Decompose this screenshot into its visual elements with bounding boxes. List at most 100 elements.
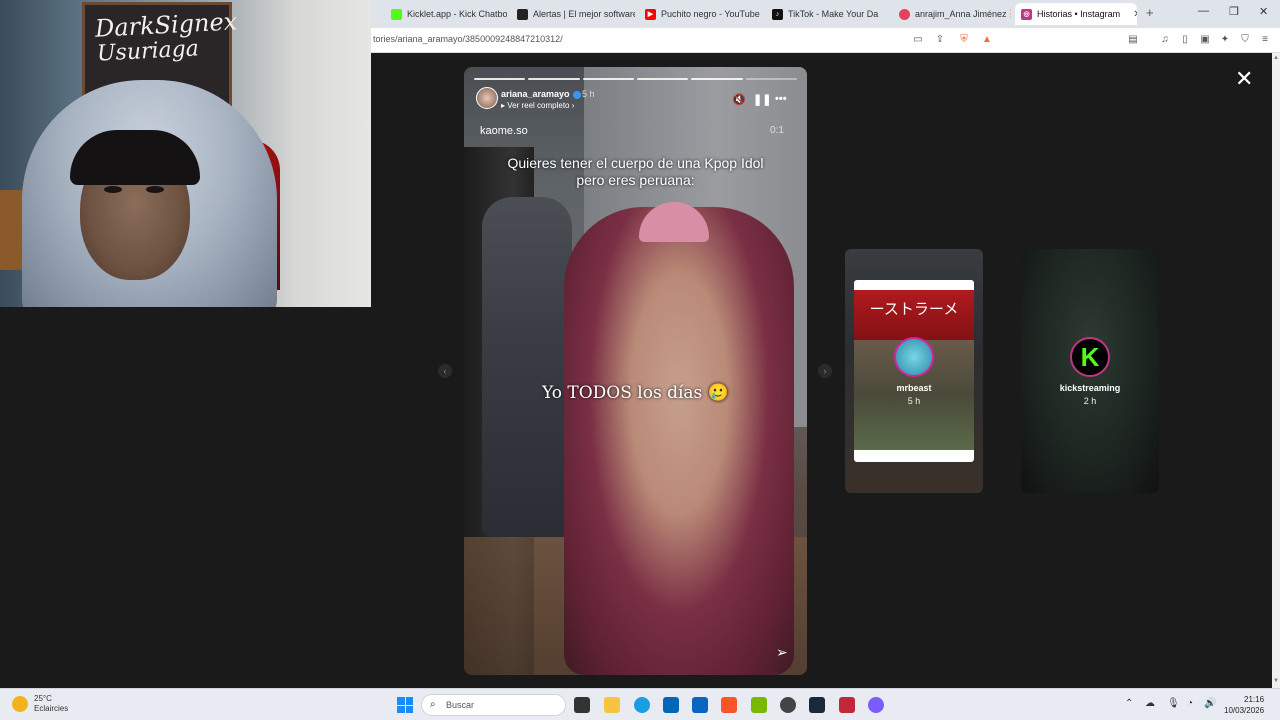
tab-label: Puchito negro - YouTube: [661, 9, 760, 19]
sidebar-icon[interactable]: ▯: [1179, 34, 1191, 46]
active-story[interactable]: ariana_aramayo 5 h ▸ Ver reel completo ›…: [464, 67, 807, 675]
system-clock[interactable]: 21:16 10/03/2026: [1224, 694, 1264, 716]
edge-icon[interactable]: [634, 697, 650, 713]
tab-kicklet[interactable]: Kicklet.app - Kick Chatbot: [385, 3, 507, 25]
clock-date: 10/03/2026: [1224, 706, 1265, 715]
story-author-name: kickstreaming: [1059, 383, 1121, 393]
discord-icon[interactable]: [868, 697, 884, 713]
microphone-icon[interactable]: 🎙: [1167, 698, 1180, 709]
kick-logo-icon: K: [1070, 337, 1110, 377]
chalkboard-text: Usuriaga: [96, 36, 200, 67]
leo-ai-icon[interactable]: ✦: [1219, 34, 1231, 46]
weather-sun-icon: [12, 696, 28, 712]
weather-widget[interactable]: 25°C Eclaircies: [12, 694, 68, 714]
page-scrollbar[interactable]: ▲ ▼: [1272, 53, 1280, 688]
tab-anrajim[interactable]: anrajim_Anna Jiménez 💥: [893, 3, 1011, 25]
verified-badge-icon: [572, 90, 581, 99]
minimize-button[interactable]: —: [1198, 5, 1209, 17]
file-explorer-icon[interactable]: [604, 697, 620, 713]
maximize-button[interactable]: ❐: [1229, 5, 1239, 18]
share-icon[interactable]: ⇪: [934, 34, 946, 46]
show-hidden-icons[interactable]: ⌃: [1125, 698, 1133, 709]
clock-time: 21:16: [1244, 695, 1265, 704]
search-placeholder: Buscar: [446, 700, 475, 710]
network-icon[interactable]: ☁: [1145, 698, 1155, 709]
pause-icon[interactable]: ❚❚: [753, 93, 771, 106]
menu-icon[interactable]: ≡: [1259, 34, 1271, 46]
wifi-icon[interactable]: ◔: [1187, 698, 1193, 709]
mute-icon[interactable]: 🔇: [732, 93, 746, 106]
task-view-icon[interactable]: [574, 697, 590, 713]
webcam-overlay: DarkSignex Usuriaga uego10: [0, 0, 371, 307]
vpn-icon[interactable]: ⛉: [1239, 34, 1251, 46]
desktop: Kicklet.app - Kick Chatbot Alertas | El …: [0, 0, 1280, 720]
install-app-icon[interactable]: ▭: [912, 34, 924, 46]
story-author-time: 5 h: [907, 396, 921, 406]
weather-condition: Eclaircies: [34, 704, 69, 713]
scroll-down-icon[interactable]: ▼: [1272, 678, 1280, 684]
close-stories-icon[interactable]: ✕: [1235, 66, 1253, 92]
story-author-name: mrbeast: [896, 383, 932, 393]
story-username[interactable]: ariana_aramayo: [501, 89, 581, 99]
send-icon[interactable]: ➢: [776, 644, 788, 661]
brave-icon[interactable]: [721, 697, 737, 713]
nvidia-icon[interactable]: [751, 697, 767, 713]
audio-label: kaome.so: [480, 125, 528, 137]
tab-label: anrajim_Anna Jiménez 💥: [915, 8, 1011, 19]
more-options-icon[interactable]: •••: [775, 93, 787, 105]
progress-segment: [474, 78, 526, 80]
story-avatar[interactable]: [476, 87, 498, 109]
streamer-hair: [70, 130, 200, 185]
progress-segment: [528, 78, 580, 80]
url-field[interactable]: tories/ariana_aramayo/385000924884721031…: [373, 34, 563, 44]
tab-youtube[interactable]: ▶ Puchito negro - YouTube: [639, 3, 763, 25]
media-icon[interactable]: ♫: [1159, 34, 1171, 46]
previous-story-icon[interactable]: ‹: [438, 364, 452, 378]
reader-mode-icon[interactable]: ▤: [1127, 34, 1139, 46]
steam-icon[interactable]: [809, 697, 825, 713]
brave-shield-icon[interactable]: ⛨: [958, 34, 970, 46]
tab-label: TikTok - Make Your Da: [788, 9, 879, 19]
next-story-card-kickstreaming[interactable]: K kickstreaming 2 h: [1021, 249, 1159, 493]
instagram-favicon-icon: ◎: [1021, 8, 1032, 20]
story-overlay-text: Yo TODOS los días 🥲: [542, 383, 729, 403]
close-window-button[interactable]: ✕: [1259, 5, 1268, 18]
next-story-icon[interactable]: ›: [818, 364, 832, 378]
app-icon[interactable]: [839, 697, 855, 713]
mrbeast-avatar: [894, 337, 934, 377]
close-tab-icon[interactable]: ✕: [1133, 9, 1137, 20]
store-icon[interactable]: [663, 697, 679, 713]
next-story-card-mrbeast[interactable]: ーストラーメ mrbeast 5 h: [845, 249, 983, 493]
brave-rewards-icon[interactable]: ▲: [981, 34, 993, 46]
story-subject: [564, 207, 794, 675]
start-button[interactable]: [397, 697, 413, 713]
tab-tiktok[interactable]: ♪ TikTok - Make Your Da: [766, 3, 882, 25]
wallet-icon[interactable]: ▣: [1199, 34, 1211, 46]
view-full-reel-link[interactable]: ▸ Ver reel completo ›: [501, 101, 574, 110]
taskbar-search[interactable]: ⌕ Buscar: [421, 694, 566, 716]
youtube-favicon-icon: ▶: [645, 8, 656, 20]
video-duration: 0:1: [770, 125, 784, 136]
new-tab-button[interactable]: +: [1146, 5, 1154, 20]
tab-label: Alertas | El mejor software: [533, 9, 635, 19]
story-author-time: 2 h: [1083, 396, 1097, 406]
progress-segment: [636, 78, 689, 80]
search-icon: ⌕: [430, 699, 436, 710]
tab-alertas[interactable]: Alertas | El mejor software: [511, 3, 635, 25]
streamer-eye: [104, 186, 122, 193]
outlook-icon[interactable]: [692, 697, 708, 713]
volume-icon[interactable]: 🔊: [1204, 698, 1216, 709]
progress-segment: [691, 78, 743, 80]
tab-instagram[interactable]: ◎ Historias • Instagram ✕: [1015, 3, 1137, 25]
scroll-up-icon[interactable]: ▲: [1272, 55, 1280, 61]
story-progress-bar: [474, 78, 797, 80]
background-person: [482, 197, 572, 537]
progress-segment: [582, 78, 634, 80]
tab-label: Historias • Instagram: [1037, 9, 1121, 19]
story-caption: Quieres tener el cuerpo de una Kpop Idol…: [507, 155, 764, 188]
app-icon[interactable]: [780, 697, 796, 713]
tiktok-favicon-icon: ♪: [772, 8, 783, 20]
temperature: 25°C: [34, 694, 52, 703]
streamer-eye: [146, 186, 164, 193]
alertas-favicon-icon: [517, 8, 528, 20]
